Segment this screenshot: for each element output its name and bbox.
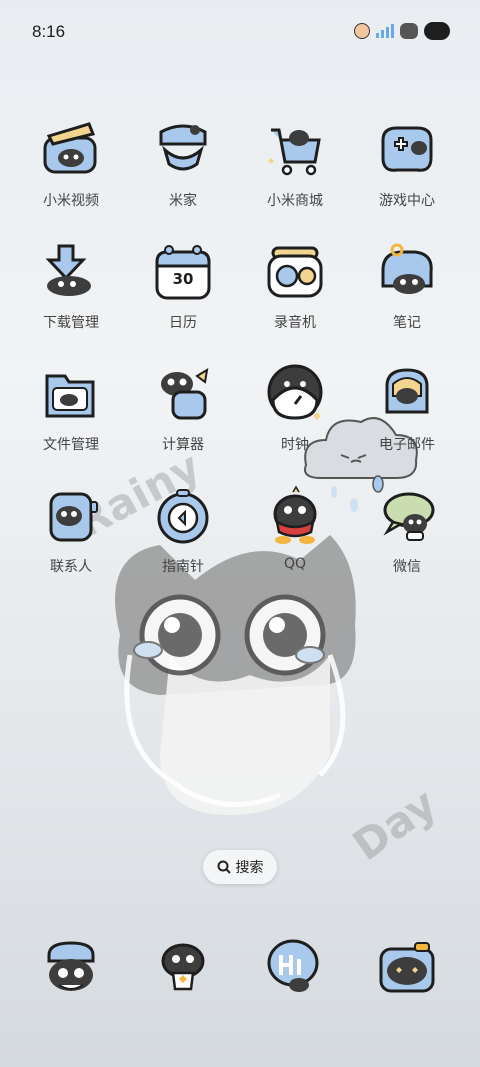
app-label: 笔记 [393, 315, 421, 331]
dock-messages[interactable] [127, 935, 239, 999]
app-label: 联系人 [50, 559, 92, 575]
notification-icon [354, 23, 370, 39]
app-wechat[interactable]: 微信 [351, 484, 463, 576]
app-label: 下载管理 [43, 315, 99, 331]
app-label: 日历 [169, 315, 197, 331]
app-label: 时钟 [281, 437, 309, 453]
app-calculator[interactable]: 计算器 [127, 362, 239, 454]
app-label: 录音机 [274, 315, 316, 331]
app-mijia[interactable]: 米家 [127, 118, 239, 210]
app-label: 游戏中心 [379, 193, 435, 209]
battery-icon [424, 22, 450, 40]
shop-cart-icon [263, 118, 327, 182]
wechat-icon [375, 484, 439, 548]
app-notes[interactable]: 笔记 [351, 240, 463, 332]
app-label: 微信 [393, 559, 421, 575]
search-label: 搜索 [235, 860, 264, 876]
folder-icon [39, 362, 103, 426]
status-time: 8:16 [32, 22, 66, 41]
app-recorder[interactable]: 录音机 [239, 240, 351, 332]
recorder-icon [263, 240, 327, 304]
cat-status-icon [400, 23, 418, 39]
download-icon [39, 240, 103, 304]
calendar-date: 30 [172, 270, 194, 288]
notes-icon [375, 240, 439, 304]
app-label: 小米视频 [43, 193, 99, 209]
app-contacts[interactable]: 联系人 [15, 484, 127, 576]
app-download-manager[interactable]: 下载管理 [15, 240, 127, 332]
mail-icon [375, 362, 439, 426]
camera-icon [375, 935, 439, 999]
video-icon [39, 118, 103, 182]
app-compass[interactable]: 指南针 [127, 484, 239, 576]
contacts-icon [39, 484, 103, 548]
clock-icon [263, 362, 327, 426]
dock [0, 935, 480, 1005]
dock-browser[interactable] [239, 935, 351, 999]
status-icons [354, 22, 450, 40]
browser-icon [263, 935, 327, 999]
phone-icon [39, 935, 103, 999]
app-game-center[interactable]: 游戏中心 [351, 118, 463, 210]
qq-icon [263, 484, 327, 548]
app-clock[interactable]: 时钟 [239, 362, 351, 454]
home-icon [151, 118, 215, 182]
messages-icon [151, 935, 215, 999]
app-qq[interactable]: QQ [239, 484, 351, 572]
status-bar: 8:16 [0, 0, 480, 68]
app-label: 文件管理 [43, 437, 99, 453]
app-file-manager[interactable]: 文件管理 [15, 362, 127, 454]
signal-icon [376, 24, 394, 38]
app-label: 米家 [169, 193, 197, 209]
app-xiaomi-video[interactable]: 小米视频 [15, 118, 127, 210]
gamepad-icon [375, 118, 439, 182]
app-calendar[interactable]: 30 日历 [127, 240, 239, 332]
dock-camera[interactable] [351, 935, 463, 999]
app-label: 小米商城 [267, 193, 323, 209]
search-icon [217, 860, 231, 874]
app-label: 计算器 [162, 437, 204, 453]
app-label: 电子邮件 [379, 437, 435, 453]
search-button[interactable]: 搜索 [203, 850, 277, 884]
app-email[interactable]: 电子邮件 [351, 362, 463, 454]
calendar-icon: 30 [151, 240, 215, 304]
compass-icon [151, 484, 215, 548]
calculator-icon [151, 362, 215, 426]
app-label: 指南针 [162, 559, 204, 575]
app-label: QQ [283, 556, 307, 572]
dock-phone[interactable] [15, 935, 127, 999]
app-xiaomi-mall[interactable]: 小米商城 [239, 118, 351, 210]
